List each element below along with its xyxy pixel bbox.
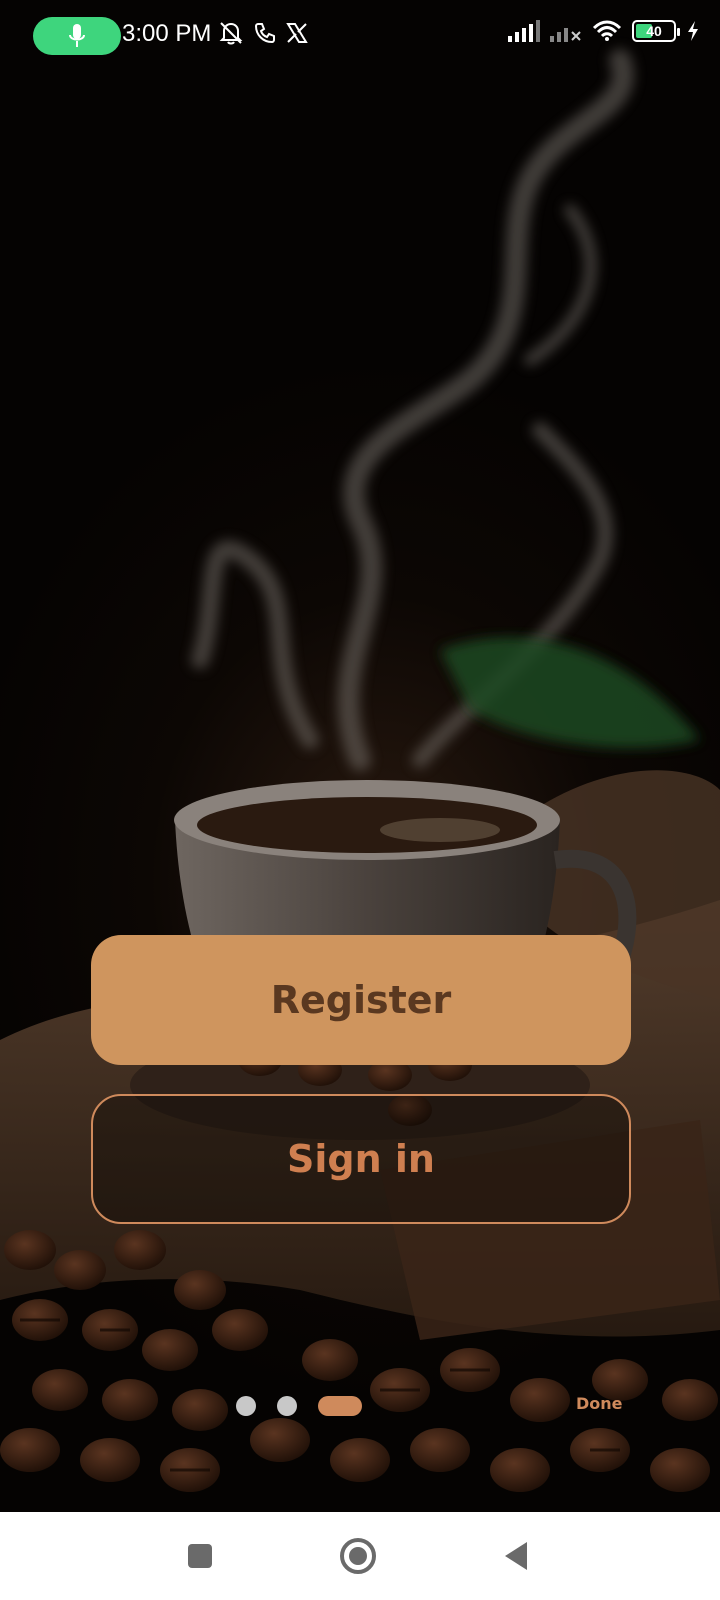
status-bar: 3:00 PM 40 bbox=[0, 0, 720, 72]
background-image bbox=[0, 0, 720, 1512]
bell-off-icon bbox=[219, 22, 243, 45]
recents-button[interactable] bbox=[178, 1534, 222, 1578]
clock: 3:00 PM bbox=[122, 20, 212, 47]
battery-icon: 40 bbox=[632, 20, 680, 42]
page-indicator bbox=[236, 1396, 362, 1416]
back-triangle-icon bbox=[505, 1542, 527, 1570]
charging-icon bbox=[688, 21, 698, 41]
home-circle-icon bbox=[340, 1538, 376, 1574]
sign-in-button[interactable]: Sign in bbox=[91, 1094, 631, 1224]
x-logo-icon bbox=[286, 23, 308, 43]
wifi-icon bbox=[592, 20, 622, 41]
phone-icon bbox=[254, 23, 275, 44]
register-button[interactable]: Register bbox=[91, 935, 631, 1065]
back-button[interactable] bbox=[494, 1534, 538, 1578]
page-dot-3-active[interactable] bbox=[318, 1396, 362, 1416]
coffee-illustration bbox=[0, 49, 720, 1492]
recents-square-icon bbox=[188, 1544, 212, 1568]
battery-level: 40 bbox=[646, 23, 662, 39]
home-button[interactable] bbox=[336, 1534, 380, 1578]
notification-icons bbox=[218, 20, 308, 46]
signal-icon bbox=[508, 20, 540, 42]
mic-icon bbox=[69, 24, 85, 47]
navigation-bar bbox=[0, 1512, 720, 1600]
done-button[interactable]: Done bbox=[576, 1394, 623, 1413]
signal-no-service-icon bbox=[550, 28, 581, 42]
mic-indicator[interactable] bbox=[33, 17, 121, 55]
system-icons: 40 bbox=[508, 20, 700, 42]
battery-tip bbox=[677, 28, 680, 36]
page-dot-1[interactable] bbox=[236, 1396, 256, 1416]
page-dot-2[interactable] bbox=[277, 1396, 297, 1416]
